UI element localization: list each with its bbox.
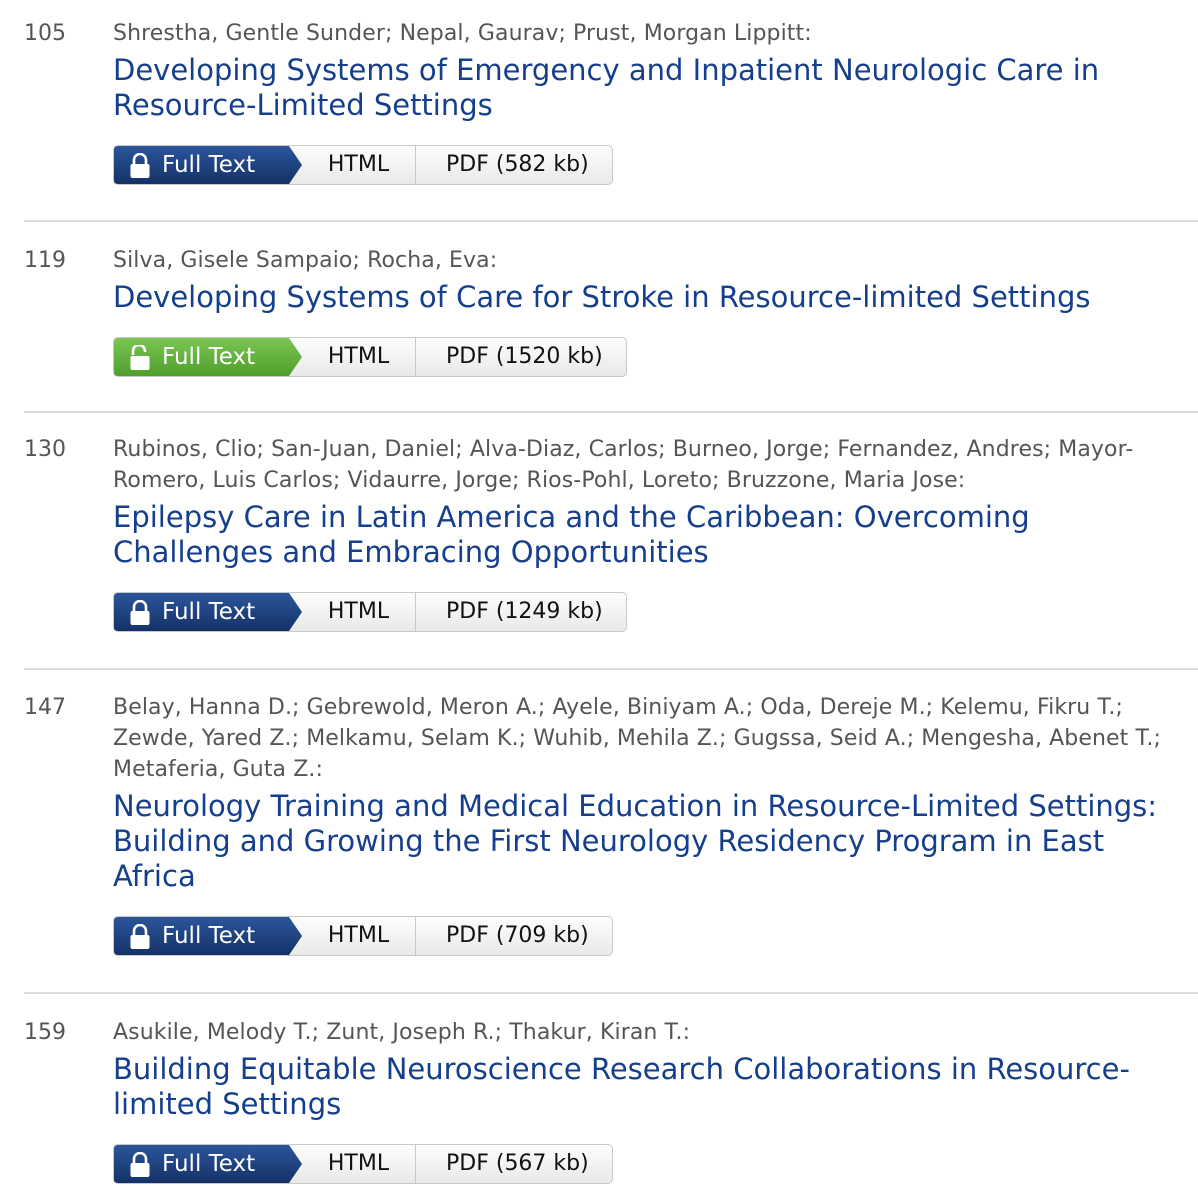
- article-authors: Belay, Hanna D.; Gebrewold, Meron A.; Ay…: [113, 695, 1162, 782]
- article-access-buttons: Full Text HTML PDF (1249 kb): [113, 592, 1180, 632]
- article-entry: 119 Silva, Gisele Sampaio; Rocha, Eva: D…: [24, 222, 1198, 413]
- article-authors: Asukile, Melody T.; Zunt, Joseph R.; Tha…: [113, 1020, 691, 1045]
- lock-closed-icon: [130, 1152, 150, 1177]
- article-title-link[interactable]: Developing Systems of Emergency and Inpa…: [113, 53, 1180, 123]
- page-number: 105: [24, 21, 66, 46]
- article-entry: 105 Shrestha, Gentle Sunder; Nepal, Gaur…: [24, 0, 1198, 222]
- button-group: Full Text HTML PDF (709 kb): [113, 916, 613, 956]
- lock-closed-icon: [130, 153, 150, 178]
- pdf-button[interactable]: PDF (1249 kb): [416, 593, 626, 631]
- full-text-label: Full Text: [162, 344, 256, 370]
- page-number: 159: [24, 1020, 66, 1045]
- button-group: Full Text HTML PDF (582 kb): [113, 145, 613, 185]
- full-text-label: Full Text: [162, 1151, 256, 1177]
- page-number: 119: [24, 248, 66, 273]
- html-button[interactable]: HTML: [302, 917, 416, 955]
- full-text-button[interactable]: Full Text: [114, 146, 302, 184]
- article-list: 105 Shrestha, Gentle Sunder; Nepal, Gaur…: [0, 0, 1198, 1200]
- button-group: Full Text HTML PDF (1520 kb): [113, 337, 627, 377]
- pdf-button[interactable]: PDF (582 kb): [416, 146, 612, 184]
- article-access-buttons: Full Text HTML PDF (1520 kb): [113, 337, 1180, 377]
- full-text-button[interactable]: Full Text: [114, 1145, 302, 1183]
- lock-open-icon: [130, 345, 150, 370]
- article-entry: 159 Asukile, Melody T.; Zunt, Joseph R.;…: [0, 994, 1198, 1200]
- html-button[interactable]: HTML: [302, 1145, 416, 1183]
- article-access-buttons: Full Text HTML PDF (567 kb): [113, 1144, 1180, 1184]
- page-number: 147: [24, 695, 66, 720]
- full-text-button[interactable]: Full Text: [114, 917, 302, 955]
- pdf-button[interactable]: PDF (1520 kb): [416, 338, 626, 376]
- article-access-buttons: Full Text HTML PDF (709 kb): [113, 916, 1180, 956]
- full-text-label: Full Text: [162, 923, 256, 949]
- article-title-link[interactable]: Neurology Training and Medical Education…: [113, 789, 1180, 894]
- article-authors: Rubinos, Clio; San-Juan, Daniel; Alva-Di…: [113, 437, 1134, 493]
- pdf-button[interactable]: PDF (709 kb): [416, 917, 612, 955]
- full-text-button[interactable]: Full Text: [114, 593, 302, 631]
- page-number: 130: [24, 437, 66, 462]
- lock-closed-icon: [130, 600, 150, 625]
- article-entry: 130 Rubinos, Clio; San-Juan, Daniel; Alv…: [24, 413, 1198, 670]
- pdf-button[interactable]: PDF (567 kb): [416, 1145, 612, 1183]
- html-button[interactable]: HTML: [302, 338, 416, 376]
- full-text-label: Full Text: [162, 152, 256, 178]
- article-authors: Shrestha, Gentle Sunder; Nepal, Gaurav; …: [113, 21, 812, 46]
- article-title-link[interactable]: Developing Systems of Care for Stroke in…: [113, 280, 1180, 315]
- article-entry: 147 Belay, Hanna D.; Gebrewold, Meron A.…: [24, 670, 1198, 994]
- article-title-link[interactable]: Building Equitable Neuroscience Research…: [113, 1052, 1180, 1122]
- button-group: Full Text HTML PDF (1249 kb): [113, 592, 627, 632]
- lock-closed-icon: [130, 924, 150, 949]
- full-text-button[interactable]: Full Text: [114, 338, 302, 376]
- button-group: Full Text HTML PDF (567 kb): [113, 1144, 613, 1184]
- html-button[interactable]: HTML: [302, 593, 416, 631]
- article-title-link[interactable]: Epilepsy Care in Latin America and the C…: [113, 500, 1180, 570]
- full-text-label: Full Text: [162, 599, 256, 625]
- article-access-buttons: Full Text HTML PDF (582 kb): [113, 145, 1180, 185]
- article-authors: Silva, Gisele Sampaio; Rocha, Eva:: [113, 248, 498, 273]
- html-button[interactable]: HTML: [302, 146, 416, 184]
